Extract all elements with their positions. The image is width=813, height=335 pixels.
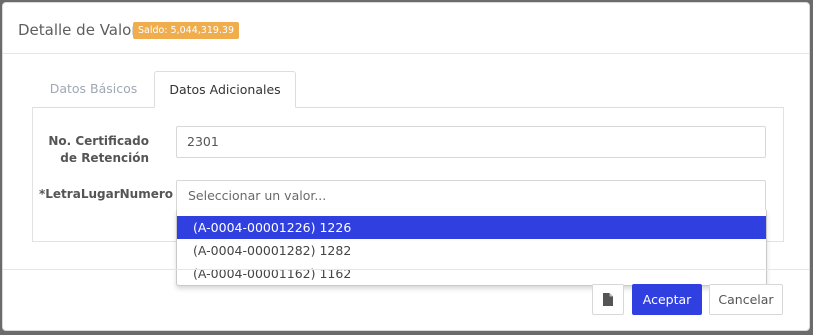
- letra-select[interactable]: Seleccionar un valor...: [176, 180, 766, 211]
- tab-datos-adicionales[interactable]: Datos Adicionales: [154, 71, 296, 108]
- dialog-title: Detalle de Valor: [18, 21, 138, 39]
- detalle-valor-dialog: Detalle de Valor Saldo: 5,044,319.39 Dat…: [2, 2, 810, 331]
- tab-datos-basicos[interactable]: Datos Básicos: [33, 71, 154, 107]
- certificado-input[interactable]: 2301: [176, 126, 766, 158]
- certificado-label-line2: de Retención: [60, 151, 149, 165]
- cancel-button[interactable]: Cancelar: [709, 284, 783, 315]
- accept-button[interactable]: Aceptar: [632, 284, 702, 315]
- certificado-label: No. Certificado de Retención: [39, 133, 149, 167]
- saldo-badge: Saldo: 5,044,319.39: [133, 22, 240, 39]
- certificado-label-line1: No. Certificado: [48, 134, 149, 148]
- dropdown-option[interactable]: (A-0004-00001282) 1282: [177, 239, 766, 262]
- dropdown-option[interactable]: (A-0004-00001226) 1226: [177, 216, 766, 239]
- document-button[interactable]: [592, 284, 624, 315]
- dialog-header: Detalle de Valor Saldo: 5,044,319.39: [3, 3, 809, 54]
- tab-bar: Datos Básicos Datos Adicionales: [33, 71, 783, 108]
- letra-label: *LetraLugarNumeroE: [39, 187, 173, 201]
- document-icon: [603, 292, 613, 306]
